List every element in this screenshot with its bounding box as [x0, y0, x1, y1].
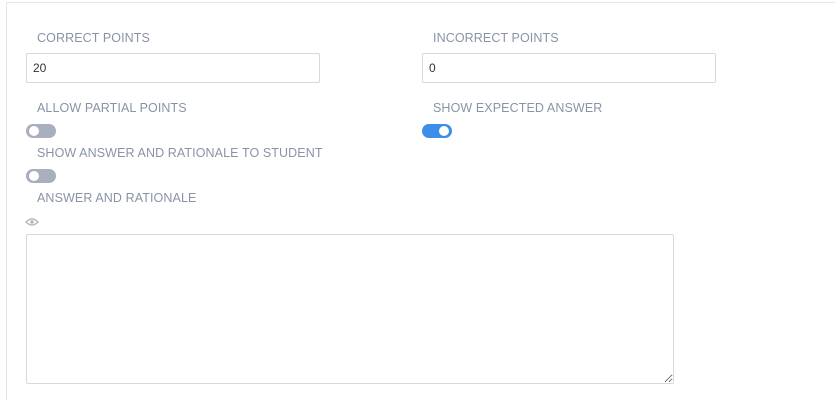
toggle-knob: [29, 126, 39, 136]
allow-partial-points-toggle[interactable]: [26, 124, 56, 138]
incorrect-points-input[interactable]: [422, 53, 716, 83]
answer-rationale-label: ANSWER AND RATIONALE: [37, 191, 197, 205]
correct-points-label: CORRECT POINTS: [37, 31, 150, 45]
eye-icon[interactable]: [25, 217, 39, 227]
show-expected-answer-label: SHOW EXPECTED ANSWER: [433, 101, 603, 115]
show-expected-answer-toggle[interactable]: [422, 124, 452, 138]
show-answer-rationale-label: SHOW ANSWER AND RATIONALE TO STUDENT: [37, 146, 323, 160]
toggle-knob: [29, 171, 39, 181]
incorrect-points-label: INCORRECT POINTS: [433, 31, 559, 45]
toggle-knob: [439, 126, 449, 136]
answer-rationale-textarea[interactable]: [26, 234, 674, 384]
show-answer-rationale-toggle[interactable]: [26, 169, 56, 183]
panel-top-border: [6, 2, 835, 3]
correct-points-input[interactable]: [26, 53, 320, 83]
allow-partial-points-label: ALLOW PARTIAL POINTS: [37, 101, 187, 115]
panel-left-border: [6, 2, 7, 400]
